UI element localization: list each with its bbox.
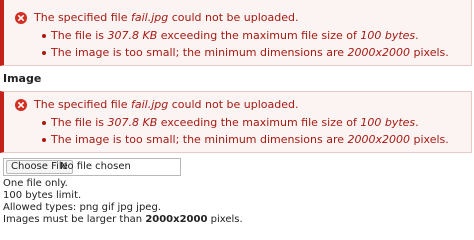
error-message-1: The specified file fail.jpg could not be… <box>0 0 472 66</box>
description-size-limit: 100 bytes limit. <box>3 190 82 201</box>
description-file-count: One file only. <box>3 178 68 189</box>
error-item-file-size: The file is 307.8 KB exceeding the maxim… <box>34 29 449 46</box>
error-list: The file is 307.8 KB exceeding the maxim… <box>34 29 449 63</box>
file-status-text: No file chosen <box>60 161 131 172</box>
image-field-label: Image <box>3 72 42 85</box>
error-message-2: The specified file fail.jpg could not be… <box>0 91 472 153</box>
error-icon <box>15 99 27 111</box>
description-min-dimensions: Images must be larger than 2000x2000 pix… <box>3 214 243 225</box>
error-item-dimensions: The image is too small; the minimum dime… <box>34 133 449 150</box>
error-item-file-size: The file is 307.8 KB exceeding the maxim… <box>34 116 449 133</box>
description-allowed-types: Allowed types: png gif jpg jpeg. <box>3 202 161 213</box>
error-icon <box>15 12 27 24</box>
error-list: The file is 307.8 KB exceeding the maxim… <box>34 116 449 150</box>
error-title: The specified file fail.jpg could not be… <box>34 11 299 24</box>
file-input[interactable]: Choose File No file chosen <box>3 158 181 176</box>
error-item-dimensions: The image is too small; the minimum dime… <box>34 46 449 63</box>
error-title: The specified file fail.jpg could not be… <box>34 98 299 111</box>
